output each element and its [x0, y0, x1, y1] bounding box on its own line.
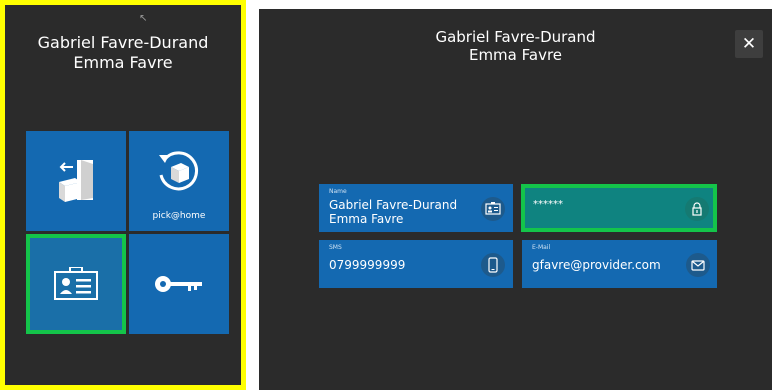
- lock-icon: [692, 202, 702, 216]
- name-field-value: Gabriel Favre-Durand Emma Favre: [329, 198, 457, 226]
- right-panel: Gabriel Favre-Durand Emma Favre ✕ Name G…: [259, 9, 772, 390]
- pick-at-home-icon: [159, 151, 198, 191]
- user-name-1: Gabriel Favre-Durand: [37, 33, 209, 52]
- profile-tile-selected[interactable]: [26, 234, 126, 334]
- name-field-label: Name: [329, 188, 347, 195]
- email-field-label: E-Mail: [532, 244, 551, 251]
- id-card-icon: [485, 202, 501, 215]
- logout-tile[interactable]: [26, 131, 126, 231]
- sms-field-label: SMS: [329, 244, 342, 251]
- user-name-2: Emma Favre: [73, 53, 173, 72]
- panel-divider: [246, 0, 259, 390]
- password-field[interactable]: ******: [521, 184, 717, 232]
- profile-names: Gabriel Favre-Durand Emma Favre: [259, 28, 772, 64]
- profile-name-1: Gabriel Favre-Durand: [435, 28, 596, 46]
- close-button[interactable]: ✕: [735, 30, 763, 58]
- password-field-value: ******: [533, 199, 563, 210]
- mail-icon: [691, 260, 705, 271]
- password-field-icon: [685, 197, 709, 221]
- profile-name-2: Emma Favre: [468, 46, 563, 64]
- email-field[interactable]: E-Mail gfavre@provider.com: [522, 240, 717, 288]
- user-names: Gabriel Favre-Durand Emma Favre: [5, 33, 241, 73]
- phone-icon: [488, 257, 498, 273]
- pick-at-home-label: pick@home: [152, 211, 206, 221]
- key-icon: [155, 276, 202, 292]
- email-field-value: gfavre@provider.com: [532, 258, 661, 272]
- name-field-icon: [481, 197, 505, 221]
- name-field[interactable]: Name Gabriel Favre-Durand Emma Favre: [319, 184, 513, 232]
- logout-door-icon: [59, 160, 93, 202]
- id-card-icon: [54, 267, 98, 300]
- sms-field-icon: [481, 253, 505, 277]
- mouse-cursor-icon: ↖: [139, 13, 148, 24]
- name-value-line-1: Gabriel Favre-Durand: [329, 198, 458, 212]
- email-field-icon: [686, 253, 710, 277]
- pick-at-home-tile[interactable]: pick@home: [129, 131, 229, 231]
- sms-field[interactable]: SMS 0799999999: [319, 240, 513, 288]
- name-value-line-2: Emma Favre: [329, 212, 404, 226]
- sms-field-value: 0799999999: [329, 258, 406, 272]
- key-tile[interactable]: [129, 234, 229, 334]
